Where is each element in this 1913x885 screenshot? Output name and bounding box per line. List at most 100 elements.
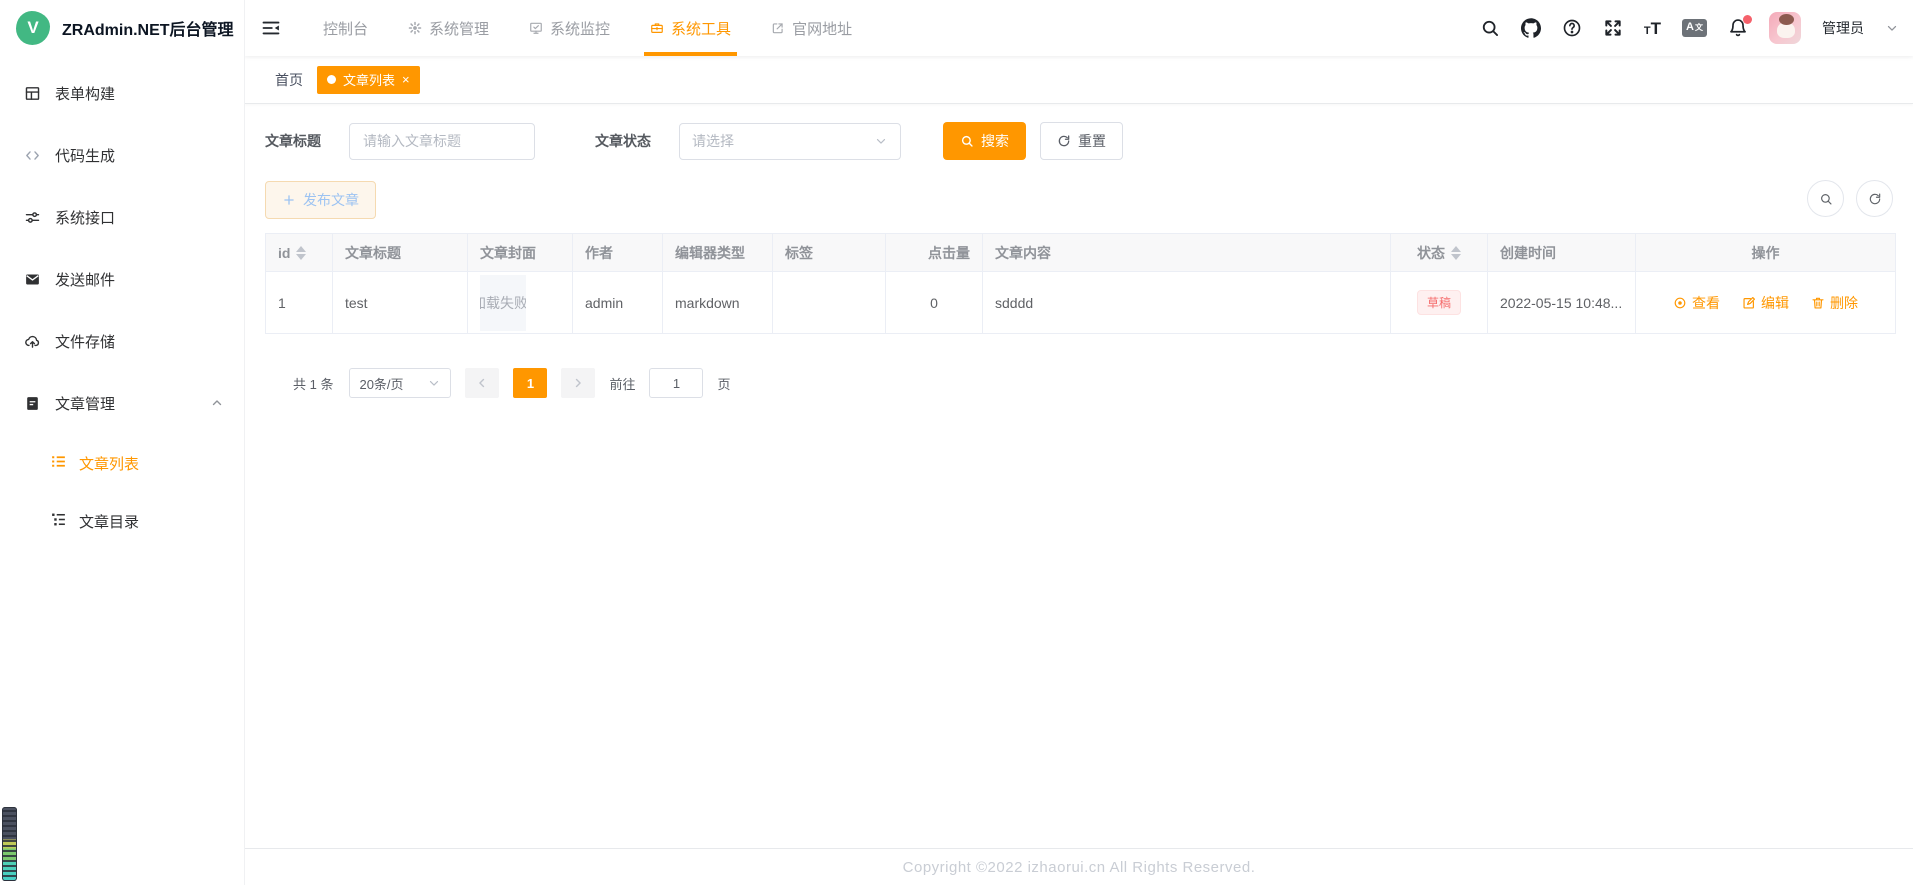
nav-tab-label: 控制台 (323, 18, 368, 39)
select-placeholder: 请选择 (692, 131, 734, 151)
gear-icon (408, 21, 422, 35)
view-button[interactable]: 查看 (1673, 293, 1720, 313)
col-status: 状态 (1417, 243, 1445, 263)
nav-tab-label: 系统管理 (429, 18, 489, 39)
list-tree-icon (50, 511, 67, 532)
document-icon (24, 395, 41, 412)
sidebar-subitem-label: 文章目录 (79, 511, 139, 532)
page-size-select[interactable]: 20条/页 (349, 368, 451, 398)
col-created: 创建时间 (1500, 245, 1556, 261)
external-link-icon (771, 21, 785, 35)
sidebar-item-send-mail[interactable]: 发送邮件 (0, 248, 244, 310)
font-size-small-glyph: T (1644, 26, 1651, 37)
fullscreen-icon[interactable] (1603, 18, 1623, 38)
reset-button[interactable]: 重置 (1040, 122, 1123, 160)
chevron-up-icon (210, 396, 224, 410)
toolbar-row: 发布文章 (265, 160, 1893, 219)
tag-close-icon[interactable]: × (402, 73, 410, 86)
nav-tab-label: 官网地址 (792, 18, 852, 39)
sidebar-item-article-manage[interactable]: 文章管理 (0, 372, 244, 434)
table-search-toggle-button[interactable] (1807, 180, 1844, 217)
top-navbar: 控制台 系统管理 系统监控 (245, 0, 1913, 56)
table-tools (1807, 180, 1893, 219)
avatar[interactable] (1769, 12, 1801, 44)
article-title-input[interactable] (349, 123, 535, 160)
sidebar-item-label: 系统接口 (55, 207, 115, 228)
sliders-icon (24, 209, 41, 226)
sort-caret[interactable] (296, 246, 306, 260)
sidebar-collapse-button[interactable] (261, 18, 281, 38)
goto-page-input[interactable] (649, 368, 703, 398)
sidebar-item-label: 代码生成 (55, 145, 115, 166)
page-suffix-label: 页 (717, 374, 730, 393)
nav-tab-system-monitor[interactable]: 系统监控 (509, 0, 630, 56)
sidebar-item-system-api[interactable]: 系统接口 (0, 186, 244, 248)
sidebar-item-code-gen[interactable]: 代码生成 (0, 124, 244, 186)
navbar-right: TT A文 管理员 (1480, 12, 1899, 44)
cell-editor-type: markdown (663, 272, 773, 334)
edit-icon (1742, 296, 1756, 310)
sidebar-item-label: 文件存储 (55, 331, 115, 352)
translate-icon[interactable]: A文 (1682, 19, 1707, 36)
table-refresh-button[interactable] (1856, 180, 1893, 217)
sidebar-subitem-article-list[interactable]: 文章列表 (0, 434, 244, 492)
cell-id: 1 (266, 272, 333, 334)
nav-tab-system-manage[interactable]: 系统管理 (388, 0, 509, 56)
sort-caret[interactable] (1451, 246, 1461, 260)
prev-page-button[interactable] (465, 368, 499, 398)
search-button-label: 搜索 (981, 131, 1009, 151)
main-area: 控制台 系统管理 系统监控 (245, 0, 1913, 885)
reset-button-label: 重置 (1078, 131, 1106, 151)
help-icon[interactable] (1562, 18, 1582, 38)
col-cover: 文章封面 (480, 245, 536, 261)
tags-view-bar: 首页 文章列表 × (245, 56, 1913, 104)
form-grid-icon (24, 85, 41, 102)
table-row[interactable]: 1 test 加载失败 admin markdown 0 sdddd (266, 272, 1896, 334)
minimap-widget[interactable] (2, 807, 17, 881)
search-button[interactable]: 搜索 (943, 122, 1026, 160)
github-icon[interactable] (1521, 18, 1541, 38)
nav-tab-label: 系统工具 (671, 18, 731, 39)
tag-home[interactable]: 首页 (275, 70, 303, 90)
page-number-1[interactable]: 1 (513, 368, 547, 398)
pagination-total: 共 1 条 (293, 374, 333, 393)
tag-article-list[interactable]: 文章列表 × (317, 66, 420, 94)
content: 文章标题 文章状态 请选择 搜索 重置 (245, 104, 1913, 398)
sidebar-item-form-builder[interactable]: 表单构建 (0, 62, 244, 124)
bell-icon[interactable] (1728, 18, 1748, 38)
next-page-button[interactable] (561, 368, 595, 398)
translate-cjk-glyph: 文 (1695, 23, 1703, 33)
mail-icon (24, 271, 41, 288)
toolbox-icon (650, 21, 664, 35)
delete-button[interactable]: 删除 (1811, 293, 1858, 313)
publish-article-button[interactable]: 发布文章 (265, 181, 376, 219)
nav-tab-console[interactable]: 控制台 (303, 0, 388, 56)
font-size-icon[interactable]: TT (1644, 20, 1661, 37)
col-author: 作者 (585, 245, 613, 261)
search-icon[interactable] (1480, 18, 1500, 38)
chevron-down-icon[interactable] (1885, 21, 1899, 35)
logo-row[interactable]: V ZRAdmin.NET后台管理 (0, 0, 244, 56)
article-status-select[interactable]: 请选择 (679, 123, 901, 160)
col-editor-type: 编辑器类型 (675, 245, 745, 261)
sidebar-item-file-storage[interactable]: 文件存储 (0, 310, 244, 372)
nav-tab-system-tools[interactable]: 系统工具 (630, 0, 751, 56)
chevron-down-icon (427, 376, 441, 390)
sidebar-item-label: 文章管理 (55, 393, 115, 414)
col-tags: 标签 (785, 245, 813, 261)
broken-image-alt: 加载失败 (480, 293, 526, 313)
sidebar-subitem-article-catalog[interactable]: 文章目录 (0, 492, 244, 550)
tag-label: 文章列表 (343, 70, 395, 89)
search-icon (960, 134, 974, 148)
user-name[interactable]: 管理员 (1822, 18, 1864, 38)
nav-tab-website[interactable]: 官网地址 (751, 0, 872, 56)
cell-author: admin (573, 272, 663, 334)
search-icon (1819, 192, 1833, 206)
code-icon (24, 147, 41, 164)
copyright-text: Copyright ©2022 izhaorui.cn All Rights R… (903, 859, 1256, 876)
edit-button[interactable]: 编辑 (1742, 293, 1789, 313)
cloud-upload-icon (24, 333, 41, 350)
eye-icon (1673, 296, 1687, 310)
status-badge: 草稿 (1417, 290, 1461, 315)
nav-tabs: 控制台 系统管理 系统监控 (303, 0, 872, 56)
